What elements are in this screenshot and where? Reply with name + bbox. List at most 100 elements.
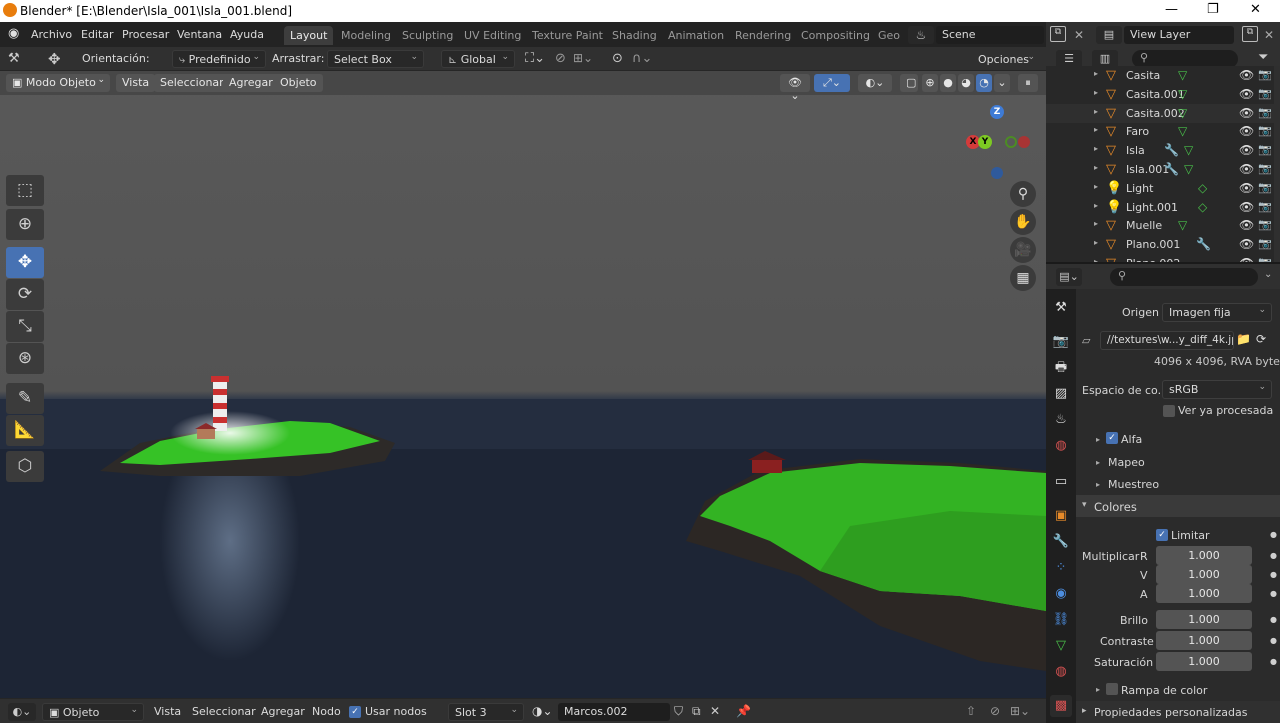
visibility-eye-icon[interactable]: 👁 [1239,200,1254,214]
menu-edit[interactable]: Editar [81,28,114,41]
gizmo-z-axis[interactable]: Z [990,105,1004,119]
tab-uv-editing[interactable]: UV Editing [458,26,527,45]
data-tab-icon[interactable]: ▽ [1050,635,1072,657]
proportional-editing-icon[interactable]: ⊙ [612,51,623,66]
outliner-row[interactable]: ▸ ▽ Casita.002 ▽ 👁 📷 [1046,103,1280,123]
transform-tool-icon[interactable]: ⊛ [6,343,44,374]
gizmo-toggle-icon[interactable]: ⤢⌄ [814,74,850,92]
outliner-item-name[interactable]: Isla.001 [1126,163,1169,176]
keyframe-dot-icon[interactable]: ● [1270,530,1277,539]
menu-help[interactable]: Ayuda [230,28,264,41]
editor-type-icon[interactable]: ◐⌄ [8,703,36,721]
scene-tab-icon[interactable]: ♨ [1050,409,1072,431]
render-camera-icon[interactable]: 📷 [1258,87,1272,100]
navigation-gizmo[interactable]: Z X Y [960,101,1040,181]
pan-hand-icon[interactable]: ✋ [1010,209,1036,235]
output-tab-icon[interactable]: 🖶 [1050,357,1072,379]
chevron-right-icon[interactable]: ▸ [1094,182,1098,191]
mode-dropdown[interactable]: ▣ Modo Objeto ⌄ [6,74,110,92]
chevron-right-icon[interactable]: ▸ [1094,238,1098,247]
light-data-icon[interactable]: ◇ [1198,200,1207,214]
keyframe-dot-icon[interactable]: ● [1270,615,1277,624]
properties-editor-type-icon[interactable]: ▤⌄ [1056,268,1082,286]
outliner-item-name[interactable]: Light.001 [1126,201,1178,214]
mesh-data-icon[interactable]: ▽ [1178,124,1187,138]
outliner-row[interactable]: ▸ ▽ Faro ▽ 👁 📷 [1046,122,1280,141]
annotate-tool-icon[interactable]: ✎ [6,383,44,414]
material-name-field[interactable]: Marcos.002 [558,703,670,721]
outliner-scrollbar[interactable] [1274,66,1280,262]
menu-window[interactable]: Ventana [177,28,222,41]
keyframe-dot-icon[interactable]: ● [1270,589,1277,598]
clamp-checkbox[interactable]: ✓ [1156,529,1168,541]
unlink-material-icon[interactable]: ✕ [710,704,720,718]
multiply-b-field[interactable]: 1.000 [1156,584,1252,603]
cursor-tool-icon[interactable]: ⊕ [6,209,44,240]
chevron-right-icon[interactable]: ▸ [1094,163,1098,172]
outliner-item-name[interactable]: Casita [1126,69,1160,82]
texture-tab-icon[interactable]: ▩ [1050,695,1072,717]
snap-target-icon[interactable]: ⊞⌄ [573,51,593,65]
tab-texture-paint[interactable]: Texture Paint [526,26,609,45]
close-button[interactable]: ✕ [1250,2,1261,17]
perspective-grid-icon[interactable]: ▦ [1010,265,1036,291]
keyframe-dot-icon[interactable]: ● [1270,657,1277,666]
keyframe-dot-icon[interactable]: ● [1270,636,1277,645]
folder-icon[interactable]: 📁 [1236,332,1251,346]
measure-tool-icon[interactable]: 📐 [6,415,44,446]
render-camera-icon[interactable]: 📷 [1258,162,1272,175]
visibility-eye-icon[interactable]: 👁 [1239,162,1254,176]
modifier-tab-icon[interactable]: 🔧 [1050,531,1072,553]
visibility-eye-icon[interactable]: 👁 [1239,68,1254,82]
outliner-item-name[interactable]: Casita.002 [1126,107,1185,120]
render-camera-icon[interactable]: 📷 [1258,68,1272,81]
outliner-row[interactable]: ▸ 💡 Light ◇ 👁 📷 [1046,179,1280,198]
visibility-eye-icon[interactable]: 👁 [1239,237,1254,251]
outliner-row[interactable]: ▸ 💡 Light.001 ◇ 👁 📷 [1046,198,1280,217]
snap-icon[interactable]: ⊘ [555,51,566,66]
multiply-r-field[interactable]: 1.000 [1156,546,1252,565]
chevron-right-icon[interactable]: ▸ [1094,125,1098,134]
properties-search-input[interactable]: ⚲ [1110,268,1258,286]
color-ramp-checkbox[interactable] [1106,683,1118,695]
close-scene-icon[interactable]: ✕ [1074,28,1084,42]
outliner-row[interactable]: ▸ ▽ Isla.001 ▽ 🔧 👁 📷 [1046,160,1280,179]
mesh-data-icon[interactable]: ▽ [1178,87,1187,101]
pin-icon[interactable]: 📌 [736,704,751,718]
tab-rendering[interactable]: Rendering [729,26,797,45]
zoom-icon[interactable]: ⚲ [1010,181,1036,207]
chevron-right-icon[interactable]: ▸ [1094,107,1098,116]
tab-animation[interactable]: Animation [662,26,730,45]
move-tool-icon[interactable]: ✥ [48,50,61,68]
select-menu-bottom[interactable]: Seleccionar [192,705,256,718]
visibility-eye-icon[interactable]: 👁 [1239,87,1254,101]
mesh-data-icon[interactable]: ▽ [1178,106,1187,120]
custom-properties-header[interactable]: ▸ Propiedades personalizadas [1076,701,1280,723]
view-menu-bottom[interactable]: Vista [154,705,181,718]
node-menu[interactable]: Nodo [312,705,341,718]
gizmo-neg-y-axis[interactable] [1005,136,1017,148]
slot-dropdown[interactable]: Slot 3 ⌄ [448,703,524,721]
reload-icon[interactable]: ⟳ [1256,332,1266,346]
sampling-panel[interactable]: Muestreo [1108,478,1159,491]
visibility-icon[interactable]: 👁⌄ [780,74,810,102]
modifier-icon[interactable]: 🔧 [1196,237,1211,251]
remove-view-layer-icon[interactable]: ✕ [1264,28,1274,42]
orientation-dropdown[interactable]: ⤷ Predefinido ⌄ [172,50,266,68]
render-camera-icon[interactable]: 📷 [1258,181,1272,194]
object-tab-icon[interactable]: ▣ [1050,505,1072,527]
outliner-row[interactable]: ▸ ▽ Isla ▽ 🔧 👁 📷 [1046,141,1280,160]
duplicate-material-icon[interactable]: ⧉ [692,704,701,719]
scene-name-field[interactable]: Scene [936,26,1044,44]
drag-dropdown[interactable]: Select Box ⌄ [327,50,424,68]
chevron-right-icon[interactable]: ▸ [1094,201,1098,210]
rendered-shading-icon[interactable]: ◔ [976,74,992,92]
select-menu[interactable]: Seleccionar [154,74,230,92]
falloff-icon[interactable]: ∩⌄ [632,51,652,66]
modifier-icon[interactable]: 🔧 [1164,162,1179,176]
view-processed-checkbox[interactable] [1163,405,1175,417]
tool-tab-icon[interactable]: ⚒ [1050,297,1072,319]
brightness-field[interactable]: 1.000 [1156,610,1252,629]
render-camera-icon[interactable]: 📷 [1258,124,1272,137]
physics-tab-icon[interactable]: ◉ [1050,583,1072,605]
